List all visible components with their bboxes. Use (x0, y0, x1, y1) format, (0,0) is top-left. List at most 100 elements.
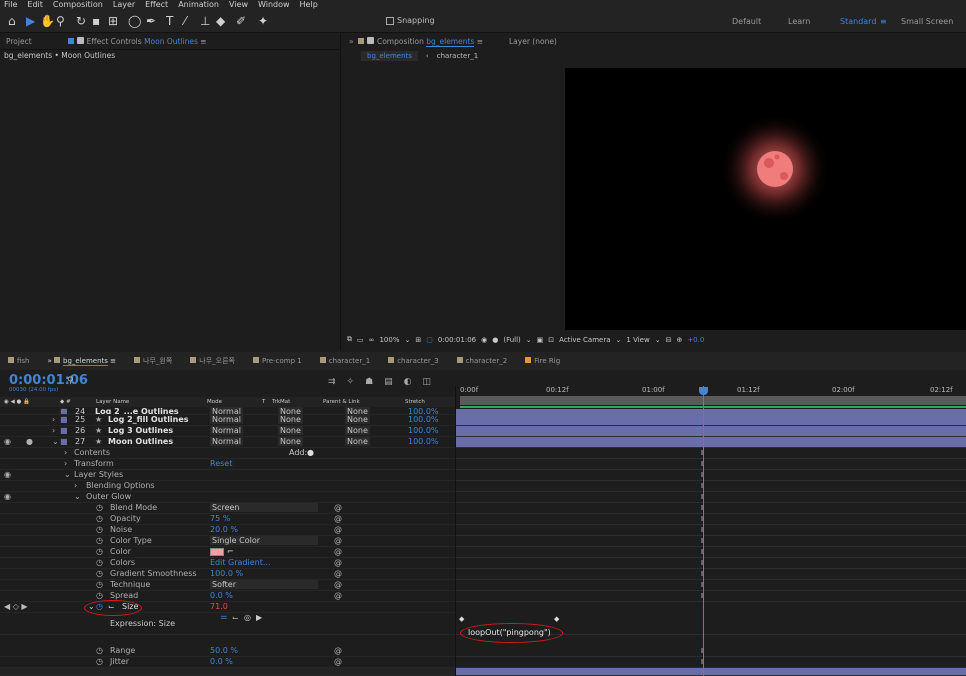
technique-dropdown[interactable]: Softer (210, 580, 318, 589)
expression-language-menu-icon[interactable]: ▶ (256, 613, 262, 623)
layer-duration-bar[interactable] (456, 426, 966, 437)
layer-parent[interactable]: None (345, 437, 370, 446)
layer-row-partial[interactable] (0, 668, 455, 676)
layer-stretch[interactable]: 100.0% (408, 437, 439, 447)
chevron-down-icon[interactable]: ⌄ (404, 336, 410, 344)
pickwhip-icon[interactable]: @ (334, 514, 342, 524)
home-icon[interactable]: ⌂ (8, 14, 16, 28)
visibility-eye-icon[interactable]: ◉ (4, 437, 11, 447)
expand-icon[interactable]: › (64, 459, 67, 469)
tab-layer[interactable]: Layer (none) (509, 37, 557, 46)
property-technique[interactable]: ◷ Technique Softer @ (0, 580, 455, 591)
workspace-learn[interactable]: Learn (788, 17, 810, 26)
property-colors[interactable]: ◷ Colors Edit Gradient... @ (0, 558, 455, 569)
views-chevron-icon[interactable]: ⌄ (655, 336, 661, 344)
collapse-icon[interactable]: ⌄ (74, 492, 81, 502)
stopwatch-icon[interactable]: ◷ (96, 547, 103, 557)
always-preview-icon[interactable]: ⧉ (347, 335, 352, 344)
menu-view[interactable]: View (229, 0, 248, 10)
current-time[interactable]: 0:00:01:06 (438, 336, 476, 344)
tab-character-3[interactable]: character_3 (388, 357, 439, 365)
comp-viewer[interactable] (565, 68, 966, 330)
brush-tool-icon[interactable]: ⁄ (184, 14, 186, 28)
camera-dropdown[interactable]: Active Camera (559, 336, 610, 344)
layer-name[interactable]: Moon Outlines (108, 437, 173, 447)
layer-parent[interactable]: None (345, 407, 370, 414)
pickwhip-icon[interactable]: @ (334, 547, 342, 557)
stopwatch-icon[interactable]: ◷ (96, 569, 103, 579)
column-trkmat[interactable]: TrkMat (272, 399, 290, 405)
timeline-graph[interactable]: 0:00f 00:12f 01:00f 01:12f 02:00f 02:12f… (455, 386, 966, 676)
layer-mode[interactable]: Normal (210, 415, 243, 424)
collapse-icon[interactable]: ⌄ (52, 437, 59, 447)
layer-name[interactable]: Log 2_fill Outlines (108, 415, 189, 425)
stopwatch-icon[interactable]: ◷ (96, 558, 103, 568)
resolution-chevron-icon[interactable]: ⌄ (526, 336, 532, 344)
current-time-indicator-head[interactable] (699, 387, 708, 395)
visibility-eye-icon[interactable]: ◉ (4, 492, 11, 502)
layer-mode[interactable]: Normal (210, 426, 243, 435)
time-ruler[interactable]: 0:00f 00:12f 01:00f 01:12f 02:00f 02:12f (456, 386, 966, 396)
layer-stretch[interactable]: 100.0% (408, 407, 439, 414)
property-gradient-smoothness[interactable]: ◷ Gradient Smoothness 100.0 % @ (0, 569, 455, 580)
eyedropper-icon[interactable]: ⌐ (227, 547, 234, 557)
region-icon[interactable]: ▢ (426, 336, 433, 344)
column-stretch[interactable]: Stretch (405, 399, 425, 405)
pickwhip-icon[interactable]: @ (334, 525, 342, 535)
camera-tool-icon[interactable]: ▪ (92, 14, 100, 28)
stopwatch-icon[interactable]: ◷ (96, 503, 103, 513)
layer-label-icon[interactable]: ■ (60, 426, 68, 436)
property-blending-options[interactable]: › Blending Options (0, 481, 455, 492)
layer-row[interactable]: ◉ ● ⌄ ■ 27 ★ Moon Outlines Normal None N… (0, 437, 455, 448)
stopwatch-icon[interactable]: ◷ (96, 580, 103, 590)
layer-duration-bar[interactable] (456, 437, 966, 448)
expand-icon[interactable]: › (52, 415, 55, 425)
hand-tool-icon[interactable]: ✋ (40, 14, 55, 28)
tab-character-1[interactable]: character_1 (319, 357, 370, 365)
layer-parent[interactable]: None (345, 415, 370, 424)
pan-behind-tool-icon[interactable]: ⊞ (108, 14, 118, 28)
pickwhip-icon[interactable]: @ (334, 558, 342, 568)
layer-name[interactable]: Log 3 Outlines (108, 426, 173, 436)
expression-enable-icon[interactable]: = (220, 613, 228, 623)
magnification-dropdown[interactable]: 100% (379, 336, 399, 344)
ellipse-tool-icon[interactable]: ◯ (128, 14, 141, 28)
property-layer-styles[interactable]: ◉ ⌄ Layer Styles (0, 470, 455, 481)
tab-fish[interactable]: fish (8, 357, 30, 365)
zoom-tool-icon[interactable]: ⚲ (56, 14, 65, 28)
frame-blending-icon[interactable]: ▤ (384, 377, 393, 387)
keyframe-nav-icon[interactable]: ◀ ◇ ▶ (4, 602, 28, 612)
layer-trkmat[interactable]: None (278, 437, 303, 446)
snapping-toggle[interactable]: Snapping (386, 16, 435, 25)
layer-parent[interactable]: None (345, 426, 370, 435)
rotate-tool-icon[interactable]: ↻ (76, 14, 86, 28)
tab-project[interactable]: Project (6, 37, 32, 46)
tab-fire-rig[interactable]: Fire Rig (525, 357, 560, 365)
layer-stretch[interactable]: 100.0% (408, 426, 439, 436)
selection-tool-icon[interactable]: ▶ (26, 14, 35, 28)
expand-icon[interactable]: › (64, 448, 67, 458)
property-blend-mode[interactable]: ◷ Blend Mode Screen @ (0, 503, 455, 514)
pickwhip-icon[interactable]: @ (334, 503, 342, 513)
timeline-timecode[interactable]: 0:00:01:06 (9, 373, 88, 388)
column-mode[interactable]: Mode (207, 399, 222, 405)
layer-label-icon[interactable]: ■ (60, 407, 68, 414)
tab-bg-elements[interactable]: » bg_elements ≡ (48, 357, 116, 366)
workspace-small-screen[interactable]: Small Screen (901, 17, 953, 26)
layer-trkmat[interactable]: None (278, 415, 303, 424)
shy-layers-icon[interactable]: ☗ (365, 377, 373, 387)
layer-row[interactable]: › ■ 25 ★ Log 2_fill Outlines Normal None… (0, 415, 455, 426)
graph-editor-icon[interactable]: ◫ (423, 377, 432, 387)
layer-mode[interactable]: Normal (210, 437, 243, 446)
stopwatch-icon[interactable]: ◷ (96, 514, 103, 524)
layer-label-icon[interactable]: ■ (60, 415, 68, 425)
layer-stretch[interactable]: 100.0% (408, 415, 439, 425)
camera-chevron-icon[interactable]: ⌄ (616, 336, 622, 344)
current-time-indicator[interactable] (703, 386, 704, 676)
stopwatch-icon[interactable]: ◷ (96, 646, 103, 656)
color-swatch[interactable] (210, 548, 224, 556)
eraser-tool-icon[interactable]: ◆ (216, 14, 225, 28)
tab-character-2[interactable]: character_2 (456, 357, 507, 365)
pickwhip-icon[interactable]: @ (334, 646, 342, 656)
jitter-value[interactable]: 0.0 % (210, 657, 233, 667)
